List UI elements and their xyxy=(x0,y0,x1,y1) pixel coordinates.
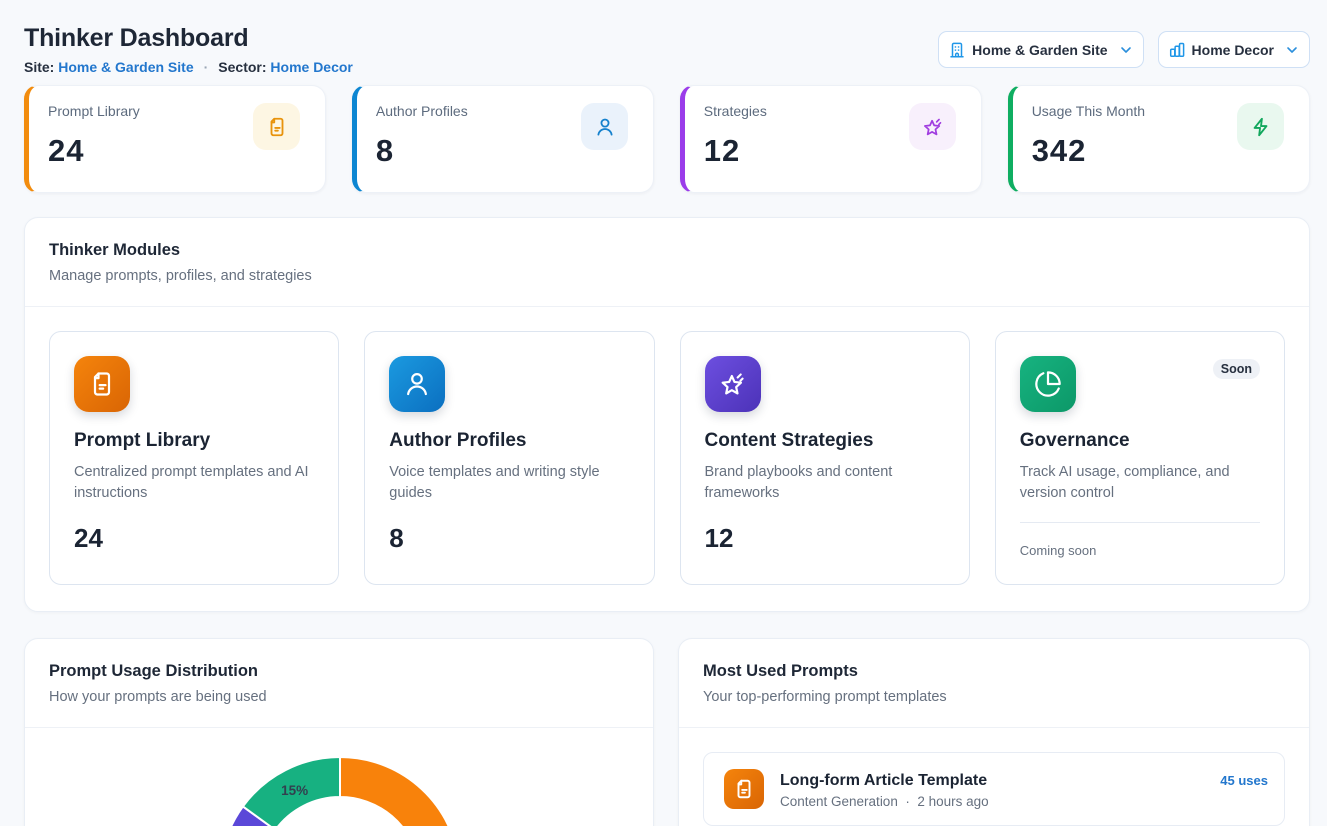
svg-text:15%: 15% xyxy=(281,783,308,798)
